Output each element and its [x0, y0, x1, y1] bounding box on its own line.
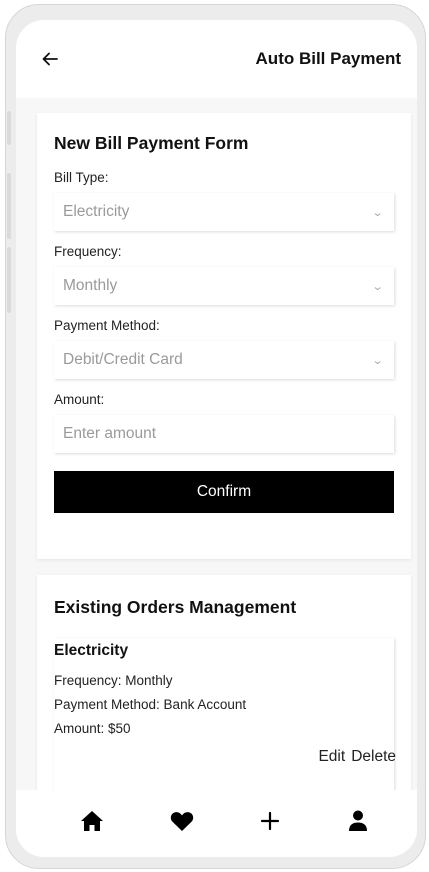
plus-icon: [260, 811, 280, 836]
frequency-value: Monthly: [63, 277, 118, 294]
orders-title: Existing Orders Management: [54, 597, 297, 617]
heart-icon: [170, 811, 194, 837]
phone-frame: Auto Bill Payment New Bill Payment Form …: [5, 4, 426, 869]
bill-type-value: Electricity: [63, 203, 130, 220]
frequency-label: Frequency:: [54, 244, 122, 259]
amount-input[interactable]: Enter amount: [54, 415, 394, 453]
amount-label: Amount:: [54, 392, 105, 407]
payment-method-select[interactable]: Debit/Credit Card ⌄: [54, 341, 394, 379]
nav-home[interactable]: [72, 790, 112, 857]
payment-method-label: Payment Method:: [54, 318, 160, 333]
nav-add[interactable]: [250, 790, 290, 857]
edit-button[interactable]: Edit: [318, 748, 345, 766]
nav-profile[interactable]: [338, 790, 378, 857]
chevron-down-icon: ⌄: [371, 280, 384, 293]
arrow-left-icon[interactable]: [42, 50, 60, 68]
existing-orders-card: Existing Orders Management Electricity F…: [37, 575, 411, 805]
order-frequency: Frequency: Monthly: [54, 673, 173, 688]
confirm-button[interactable]: Confirm: [54, 471, 394, 513]
home-icon: [80, 810, 104, 837]
form-title: New Bill Payment Form: [54, 133, 249, 153]
frequency-select[interactable]: Monthly ⌄: [54, 267, 394, 305]
bill-type-select[interactable]: Electricity ⌄: [54, 193, 394, 231]
bill-type-label: Bill Type:: [54, 170, 109, 185]
payment-method-value: Debit/Credit Card: [63, 351, 183, 368]
app-screen: Auto Bill Payment New Bill Payment Form …: [16, 20, 417, 857]
app-header: Auto Bill Payment: [16, 20, 417, 98]
order-amount: Amount: $50: [54, 721, 131, 736]
chevron-down-icon: ⌄: [371, 206, 384, 219]
side-button: [7, 111, 11, 145]
order-name: Electricity: [54, 642, 129, 659]
user-icon: [348, 810, 368, 837]
page-title: Auto Bill Payment: [255, 49, 401, 68]
order-item: Electricity Frequency: Monthly Payment M…: [54, 638, 396, 805]
new-bill-form-card: New Bill Payment Form Bill Type: Electri…: [37, 113, 411, 559]
amount-placeholder: Enter amount: [63, 425, 157, 442]
side-button: [7, 173, 11, 239]
nav-favorites[interactable]: [162, 790, 202, 857]
delete-button[interactable]: Delete: [351, 748, 396, 766]
bottom-nav: [16, 790, 417, 857]
order-actions: Edit Delete: [318, 748, 396, 766]
chevron-down-icon: ⌄: [371, 354, 384, 367]
order-payment-method: Payment Method: Bank Account: [54, 697, 247, 712]
side-button: [7, 247, 11, 313]
